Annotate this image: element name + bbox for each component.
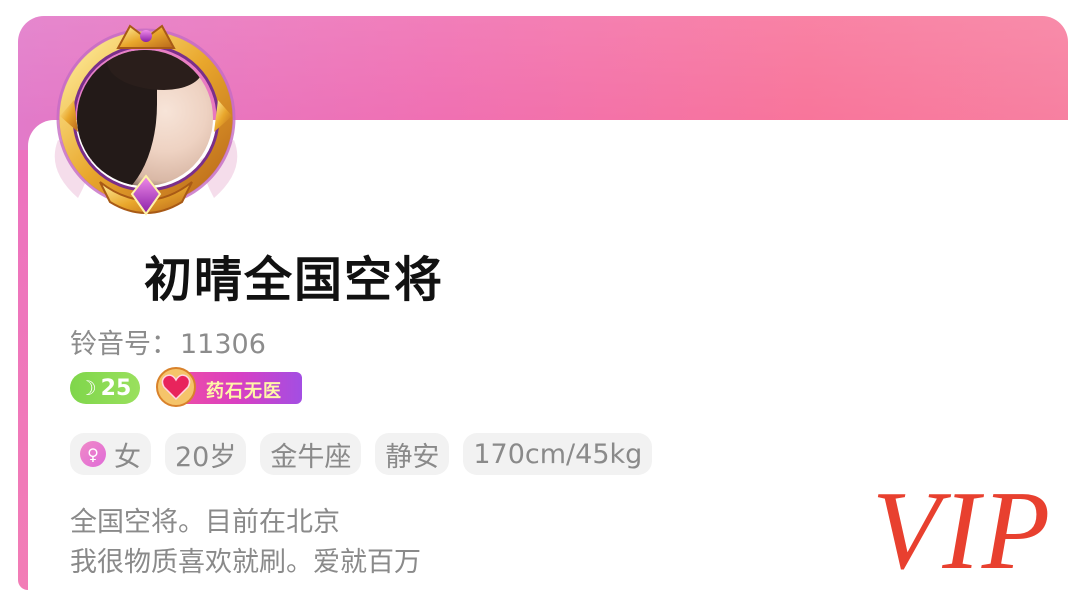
ringtone-id-value: 11306 (180, 329, 266, 360)
heart-icon (156, 367, 196, 407)
level-value: 25 (100, 375, 132, 401)
card-left-edge (18, 150, 28, 590)
tag-gender-text: 女 (114, 441, 141, 473)
title-badge-text: 药石无医 (206, 381, 282, 402)
level-badge[interactable]: ☽ 25 (70, 372, 140, 404)
moon-icon: ☽ (78, 376, 97, 400)
username: 初晴全国空将 (144, 252, 445, 308)
tag-gender: ♀ 女 (70, 433, 151, 475)
vip-label: VIP (872, 469, 1053, 593)
bio-line: 我很物质喜欢就刷。爱就百万 (70, 547, 421, 578)
profile-tags: ♀ 女 20岁 金牛座 静安 170cm/45kg (70, 433, 653, 475)
tag-location: 静安 (375, 433, 450, 475)
tag-zodiac: 金牛座 (260, 433, 362, 475)
ringtone-id: 铃音号：11306 (70, 322, 266, 361)
female-icon: ♀ (80, 441, 106, 467)
avatar-frame (48, 20, 244, 216)
ringtone-id-label: 铃音号： (70, 329, 178, 360)
tag-body: 170cm/45kg (463, 433, 653, 475)
title-badge[interactable]: 药石无医 (154, 366, 302, 408)
bio: 全国空将。目前在北京 我很物质喜欢就刷。爱就百万 (70, 503, 421, 583)
bio-line: 全国空将。目前在北京 (70, 507, 340, 538)
tag-age: 20岁 (165, 433, 247, 475)
